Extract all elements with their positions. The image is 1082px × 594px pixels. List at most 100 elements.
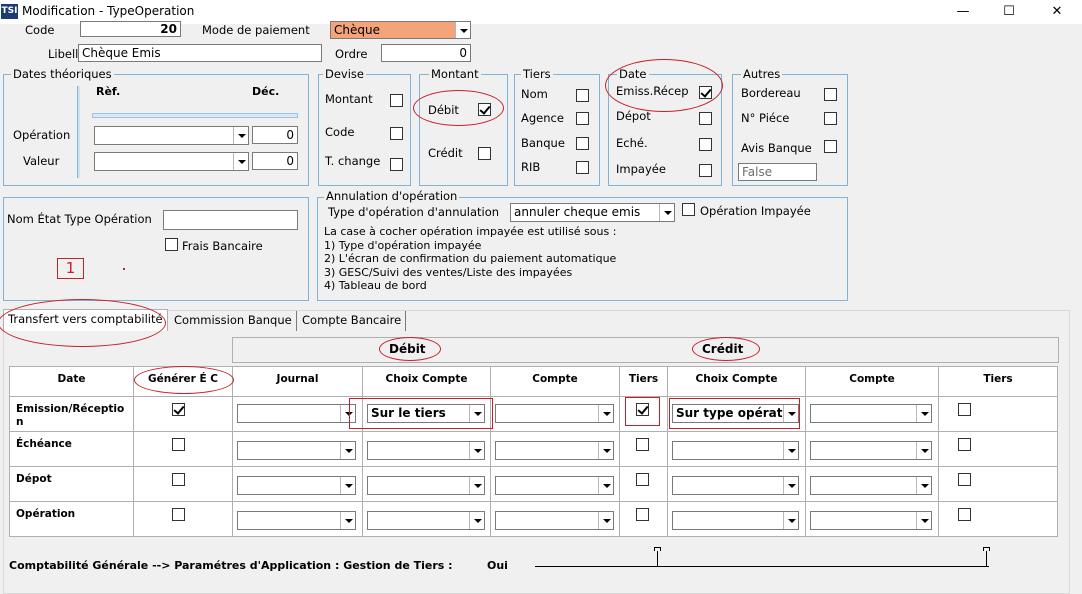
journal-select-echeance[interactable] [237,441,356,460]
tiers-credit-checkbox-emission[interactable] [958,403,971,416]
choix-compte-debit-select-operation[interactable] [367,511,485,530]
tiers-rib-checkbox[interactable] [576,161,589,174]
annotation-ellipse [413,90,504,126]
annotation-marker: 1 [57,258,84,279]
generer-cell [133,431,233,467]
choix-debit-cell [362,466,491,502]
journal-cell [232,501,363,537]
tiers-nom-label: Nom [521,87,548,101]
tiers-credit-checkbox-echeance[interactable] [958,438,971,451]
table-row: Échéance [9,431,1058,467]
compte-credit-select-operation[interactable] [810,511,932,530]
eche-checkbox[interactable] [699,138,712,151]
chevron-down-icon [598,477,613,494]
annotation-rect [349,398,493,429]
operation-ref-select[interactable] [94,126,249,145]
compte-credit-select-emission[interactable] [810,404,932,423]
tiers-credit-checkbox-operation[interactable] [958,508,971,521]
chevron-down-icon [916,405,931,422]
table-row: Opération [9,501,1058,537]
mode-paiement-select[interactable]: Chèque [330,21,471,39]
generer-checkbox-echeance[interactable] [172,438,185,451]
dates-divider [77,86,80,178]
tiers-debit-checkbox-echeance[interactable] [636,438,649,451]
code-label: Code [25,23,55,37]
tab-commission[interactable]: Commission Banque [170,311,297,331]
journal-cell [232,431,363,467]
ref-header: Rèf. [96,85,121,98]
tiers-banque-label: Banque [521,136,565,150]
tab-compte-bancaire[interactable]: Compte Bancaire [298,311,407,331]
header-tiers-credit: Tiers [938,366,1058,397]
operation-label: Opération [13,128,71,142]
compte-credit-select-echeance[interactable] [810,441,932,460]
maximize-button[interactable]: ☐ [986,0,1032,24]
journal-select-operation[interactable] [237,511,356,530]
devise-code-checkbox[interactable] [390,127,403,140]
compte-debit-select-depot[interactable] [495,476,614,495]
operation-impayee-label: Opération Impayée [700,204,811,218]
libelle-field[interactable]: Chèque Emis [78,44,322,62]
ordre-field[interactable]: 0 [381,44,471,62]
generer-checkbox-emission[interactable] [172,403,185,416]
tiers-credit-checkbox-depot[interactable] [958,473,971,486]
depot-checkbox[interactable] [699,112,712,125]
debit-credit-header-bar [232,337,1059,363]
choix-compte-debit-select-echeance[interactable] [367,441,485,460]
bordereau-checkbox[interactable] [824,88,837,101]
devise-title: Devise [323,67,366,81]
nom-etat-field[interactable] [163,210,298,230]
column-resize-handle[interactable] [657,551,658,567]
chevron-down-icon [340,442,355,459]
tiers-debit-checkbox-operation[interactable] [636,508,649,521]
journal-select-depot[interactable] [237,476,356,495]
compte-credit-select-depot[interactable] [810,476,932,495]
impayee-checkbox[interactable] [699,164,712,177]
devise-montant-checkbox[interactable] [390,94,403,107]
journal-cell [232,466,363,502]
choix-compte-credit-select-depot[interactable] [672,476,799,495]
valeur-ref-select[interactable] [94,152,249,171]
table-row: Emission/Réceptio n Sur le tiers Sur typ… [9,396,1058,432]
chevron-down-icon [233,127,248,144]
row-label-depot: Dépot [9,466,134,502]
tiers-credit-cell [938,501,1058,537]
frais-bancaire-checkbox[interactable] [165,238,178,251]
mode-paiement-label: Mode de paiement [202,23,310,37]
generer-checkbox-depot[interactable] [172,473,185,486]
avis-banque-checkbox[interactable] [824,140,837,153]
compte-debit-select-operation[interactable] [495,511,614,530]
generer-checkbox-operation[interactable] [172,508,185,521]
tiers-nom-checkbox[interactable] [576,89,589,102]
tiers-debit-checkbox-depot[interactable] [636,473,649,486]
tiers-credit-cell [938,466,1058,502]
operation-impayee-checkbox[interactable] [682,203,695,216]
footer-text: Comptabilité Générale --> Paramétres d'A… [9,559,453,572]
compte-debit-select-emission[interactable] [495,404,614,423]
tiers-banque-checkbox[interactable] [576,137,589,150]
npiece-checkbox[interactable] [824,112,837,125]
credit-checkbox[interactable] [478,147,491,160]
annotation-ellipse [379,337,441,361]
autres-false-field[interactable]: False [738,163,817,181]
tiers-agence-checkbox[interactable] [576,112,589,125]
choix-compte-debit-select-depot[interactable] [367,476,485,495]
compte-debit-select-echeance[interactable] [495,441,614,460]
operation-dec-field[interactable]: 0 [252,126,298,144]
choix-compte-credit-select-operation[interactable] [672,511,799,530]
close-button[interactable]: ✕ [1034,0,1080,24]
tiers-debit-cell [619,431,668,467]
footer-underline [535,566,989,567]
minimize-button[interactable]: — [940,0,986,24]
choix-compte-credit-select-echeance[interactable] [672,441,799,460]
column-resize-handle[interactable] [986,551,987,567]
valeur-dec-field[interactable]: 0 [252,152,298,170]
annulation-type-select[interactable]: annuler cheque emis [510,203,675,222]
compte-credit-cell [805,396,939,432]
bordereau-label: Bordereau [741,86,801,100]
annulation-info-line: 2) L'écran de confirmation du paiement a… [324,252,617,265]
chevron-down-icon [783,512,798,529]
code-field[interactable]: 20 [80,21,181,37]
devise-change-checkbox[interactable] [390,158,403,171]
journal-select-emission[interactable] [237,404,356,423]
